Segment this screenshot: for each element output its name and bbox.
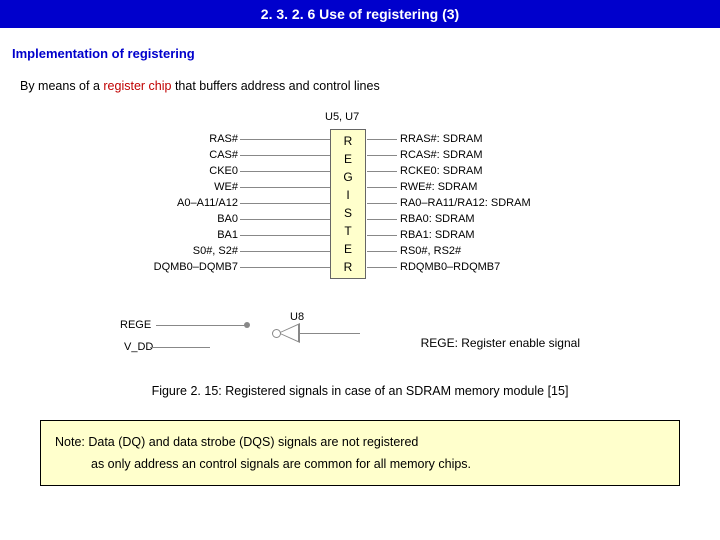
wire bbox=[240, 187, 330, 188]
node-icon bbox=[244, 322, 250, 328]
figure-caption: Figure 2. 15: Registered signals in case… bbox=[0, 384, 720, 398]
signal-label: RDQMB0–RDQMB7 bbox=[400, 259, 600, 275]
signal-label: DQMB0–DQMB7 bbox=[120, 259, 238, 275]
signal-label: RCKE0: SDRAM bbox=[400, 163, 600, 179]
wire bbox=[367, 139, 397, 140]
reg-letter: E bbox=[331, 150, 365, 168]
register-box: R E G I S T E R bbox=[330, 129, 366, 279]
section-heading: Implementation of registering bbox=[12, 46, 720, 61]
wire bbox=[150, 347, 210, 348]
vdd-label: V_DD bbox=[124, 341, 153, 353]
signal-label: S0#, S2# bbox=[120, 243, 238, 259]
wire bbox=[367, 251, 397, 252]
intro-highlight: register chip bbox=[103, 79, 171, 93]
wire bbox=[367, 267, 397, 268]
reg-letter: S bbox=[331, 204, 365, 222]
signal-label: CKE0 bbox=[120, 163, 238, 179]
intro-after: that buffers address and control lines bbox=[171, 79, 379, 93]
wire bbox=[367, 235, 397, 236]
signal-label: A0–A11/A12 bbox=[120, 195, 238, 211]
slide-header: 2. 3. 2. 6 Use of registering (3) bbox=[0, 0, 720, 28]
reg-letter: R bbox=[331, 132, 365, 150]
register-diagram: U5, U7 R E G I S T E R RAS# CAS# CKE0 WE… bbox=[120, 111, 600, 311]
wire bbox=[240, 155, 330, 156]
reg-letter: E bbox=[331, 240, 365, 258]
left-signal-column: RAS# CAS# CKE0 WE# A0–A11/A12 BA0 BA1 S0… bbox=[120, 131, 238, 275]
wire bbox=[367, 203, 397, 204]
intro-before: By means of a bbox=[20, 79, 103, 93]
wire bbox=[367, 171, 397, 172]
rege-label: REGE bbox=[120, 319, 151, 331]
signal-label: RCAS#: SDRAM bbox=[400, 147, 600, 163]
wire bbox=[367, 187, 397, 188]
wire bbox=[240, 251, 330, 252]
signal-label: BA1 bbox=[120, 227, 238, 243]
signal-label: RA0–RA11/RA12: SDRAM bbox=[400, 195, 600, 211]
signal-label: RAS# bbox=[120, 131, 238, 147]
wire bbox=[156, 325, 246, 326]
reg-letter: I bbox=[331, 186, 365, 204]
signal-label: WE# bbox=[120, 179, 238, 195]
reg-letter: G bbox=[331, 168, 365, 186]
right-signal-column: RRAS#: SDRAM RCAS#: SDRAM RCKE0: SDRAM R… bbox=[400, 131, 600, 275]
note-box: Note: Data (DQ) and data strobe (DQS) si… bbox=[40, 420, 680, 486]
signal-label: RRAS#: SDRAM bbox=[400, 131, 600, 147]
wire bbox=[240, 267, 330, 268]
reg-letter: R bbox=[331, 258, 365, 276]
signal-label: CAS# bbox=[120, 147, 238, 163]
inverter-bubble-icon bbox=[272, 329, 281, 338]
wire bbox=[240, 139, 330, 140]
slide-title: 2. 3. 2. 6 Use of registering (3) bbox=[261, 6, 459, 22]
signal-label: RBA0: SDRAM bbox=[400, 211, 600, 227]
note-line2: as only address an control signals are c… bbox=[55, 453, 665, 475]
wire bbox=[240, 203, 330, 204]
note-line1: Note: Data (DQ) and data strobe (DQS) si… bbox=[55, 435, 418, 449]
chip-label-u8: U8 bbox=[290, 311, 304, 323]
signal-label: RS0#, RS2# bbox=[400, 243, 600, 259]
rege-explain: REGE: Register enable signal bbox=[421, 336, 580, 350]
rege-circuit: REGE V_DD U8 REGE: Register enable signa… bbox=[120, 311, 600, 366]
intro-text: By means of a register chip that buffers… bbox=[20, 79, 720, 93]
signal-label: RWE#: SDRAM bbox=[400, 179, 600, 195]
signal-label: BA0 bbox=[120, 211, 238, 227]
signal-label: RBA1: SDRAM bbox=[400, 227, 600, 243]
wire bbox=[300, 333, 360, 334]
inverter-icon bbox=[280, 325, 298, 341]
reg-letter: T bbox=[331, 222, 365, 240]
chip-label-u5u7: U5, U7 bbox=[325, 111, 359, 123]
wire bbox=[240, 219, 330, 220]
wire bbox=[367, 219, 397, 220]
wire bbox=[240, 171, 330, 172]
wire bbox=[367, 155, 397, 156]
wire bbox=[240, 235, 330, 236]
